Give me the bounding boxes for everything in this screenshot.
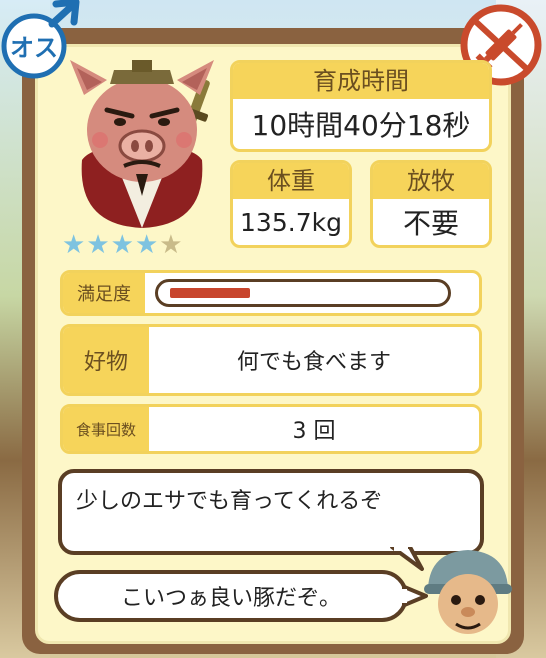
grazing-label: 放牧 bbox=[373, 163, 489, 199]
dialog-bubble-2: こいつぁ良い豚だぞ。 bbox=[54, 570, 408, 622]
growth-time-value: 10時間40分18秒 bbox=[251, 109, 471, 142]
grazing-value: 不要 bbox=[402, 207, 459, 240]
star-icon: ★ bbox=[159, 230, 183, 260]
farmer-avatar bbox=[424, 550, 512, 634]
pig-samurai-icon bbox=[70, 60, 214, 228]
favorite-food-row: 好物 何でも食べます bbox=[60, 324, 482, 396]
favorite-food-label: 好物 bbox=[63, 327, 149, 393]
sex-label: オス bbox=[10, 34, 58, 62]
meal-count-row: 食事回数 3 回 bbox=[60, 404, 482, 454]
weight-card: 体重 135.7kg bbox=[230, 160, 352, 248]
meal-count-value: 3 回 bbox=[292, 419, 336, 444]
star-icon: ★ bbox=[86, 230, 110, 260]
satisfaction-gauge-fill bbox=[170, 288, 250, 298]
satisfaction-gauge bbox=[155, 279, 451, 307]
rating-stars: ★ ★ ★ ★ ★ bbox=[62, 232, 183, 258]
growth-time-label: 育成時間 bbox=[233, 63, 489, 99]
grazing-card: 放牧 不要 bbox=[370, 160, 492, 248]
favorite-food-value: 何でも食べます bbox=[236, 350, 391, 375]
weight-label: 体重 bbox=[233, 163, 349, 199]
meal-count-label: 食事回数 bbox=[63, 407, 149, 451]
dialog-line-2: こいつぁ良い豚だぞ。 bbox=[120, 586, 341, 611]
dialog-line-1: 少しのエサでも育ってくれるぞ bbox=[76, 489, 383, 514]
satisfaction-row: 満足度 bbox=[60, 270, 482, 316]
growth-time-card: 育成時間 10時間40分18秒 bbox=[230, 60, 492, 152]
satisfaction-label: 満足度 bbox=[63, 273, 145, 313]
star-icon: ★ bbox=[134, 230, 159, 260]
star-icon: ★ bbox=[62, 230, 86, 260]
weight-value: 135.7kg bbox=[240, 207, 342, 237]
star-icon: ★ bbox=[110, 230, 134, 260]
